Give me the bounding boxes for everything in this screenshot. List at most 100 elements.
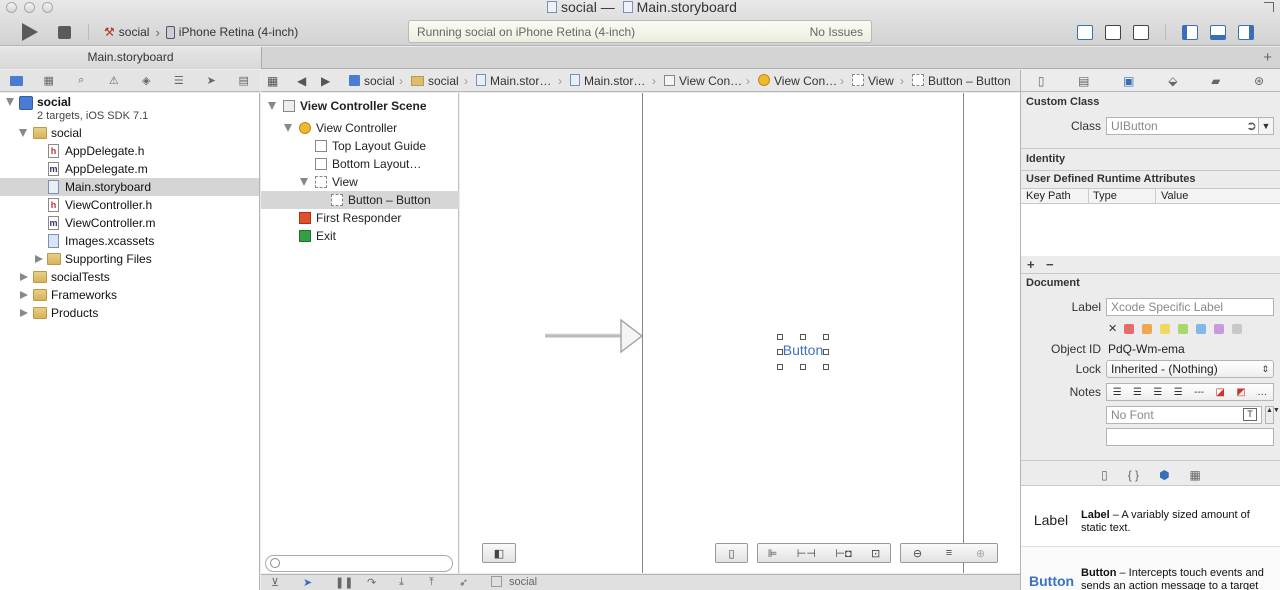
find-navigator-icon[interactable]: ⌕	[74, 74, 88, 87]
column-key-path[interactable]: Key Path	[1026, 190, 1071, 202]
align-right-icon[interactable]: ☰	[1153, 387, 1162, 398]
disclosure-triangle-icon[interactable]	[284, 124, 292, 132]
tab-main-storyboard[interactable]: Main.storyboard	[0, 47, 262, 69]
issue-navigator-icon[interactable]: ⚠	[107, 75, 121, 87]
stop-button[interactable]	[58, 26, 71, 39]
notes-text-field[interactable]	[1106, 428, 1274, 446]
breakpoint-navigator-icon[interactable]: ➤	[204, 75, 218, 87]
assistant-editor-icon[interactable]	[1105, 25, 1121, 40]
code-snippet-library-icon[interactable]: { }	[1128, 468, 1139, 482]
disclosure-triangle-icon[interactable]	[20, 273, 28, 281]
project-row[interactable]: social 2 targets, iOS SDK 7.1	[0, 93, 259, 125]
remove-attribute-button[interactable]: −	[1046, 257, 1054, 272]
jump-item-group[interactable]: social	[411, 74, 459, 88]
group-row-social[interactable]: social	[0, 124, 259, 142]
destination-name[interactable]: iPhone Retina (4-inch)	[179, 25, 298, 39]
resize-handle[interactable]	[800, 334, 806, 340]
standard-editor-icon[interactable]	[1077, 25, 1093, 40]
test-navigator-icon[interactable]: ◈	[139, 75, 153, 87]
utilities-toggle-icon[interactable]	[1238, 25, 1254, 40]
outline-exit[interactable]: Exit	[261, 227, 459, 245]
go-to-class-icon[interactable]: ➲	[1246, 118, 1257, 134]
run-button[interactable]	[22, 23, 38, 41]
outline-button-selected[interactable]: Button – Button	[261, 191, 459, 209]
resizing-icon[interactable]: ⊡	[871, 547, 880, 560]
line-style-icon[interactable]: ---	[1194, 387, 1204, 398]
view-controller-frame[interactable]	[642, 93, 964, 573]
add-attribute-button[interactable]: +	[1027, 257, 1035, 272]
jump-item-view[interactable]: View	[852, 74, 894, 88]
resize-handle[interactable]	[777, 334, 783, 340]
resolve-issues-icon[interactable]: ⊢◘	[835, 547, 851, 560]
quick-help-icon[interactable]: ▤	[1078, 74, 1089, 88]
column-type[interactable]: Type	[1093, 190, 1117, 202]
lock-popup[interactable]: Inherited - (Nothing) ⇕	[1106, 360, 1274, 378]
document-label-field[interactable]: Xcode Specific Label	[1106, 298, 1274, 316]
media-library-icon[interactable]: ▦	[1190, 468, 1201, 482]
udra-table[interactable]	[1021, 204, 1280, 256]
jump-item-scene[interactable]: View Con…	[664, 74, 742, 88]
align-justify-icon[interactable]: ☰	[1174, 387, 1183, 398]
align-icon[interactable]: ⊫	[768, 547, 778, 560]
library-item-button[interactable]: Button Button – Intercepts touch events …	[1021, 546, 1280, 590]
zoom-actual-icon[interactable]: ≡	[946, 547, 952, 559]
jump-item-button[interactable]: Button – Button	[912, 74, 1011, 88]
file-inspector-icon[interactable]: ▯	[1038, 74, 1045, 88]
group-row-socialtests[interactable]: socialTests	[0, 268, 259, 286]
hide-outline-button[interactable]: ◧	[482, 543, 516, 563]
label-color-orange[interactable]	[1142, 324, 1152, 334]
disclosure-triangle-icon[interactable]	[6, 98, 14, 106]
log-navigator-icon[interactable]: ▤	[237, 75, 251, 87]
disclosure-triangle-icon[interactable]	[20, 291, 28, 299]
storyboard-canvas[interactable]: Button ◧ ▯ ⊫ ⊢⊣ ⊢◘ ⊡ ⊖ ≡ ⊕	[460, 93, 1020, 573]
file-row[interactable]: h ViewController.h	[0, 196, 259, 214]
outline-view[interactable]: View	[261, 173, 459, 191]
font-picker-icon[interactable]: T	[1243, 408, 1257, 421]
resize-handle[interactable]	[823, 364, 829, 370]
resize-handle[interactable]	[823, 349, 829, 355]
simulated-metrics-button[interactable]: ▯	[715, 543, 748, 563]
zoom-out-icon[interactable]: ⊖	[913, 547, 922, 560]
notes-font-field[interactable]: No Font	[1106, 406, 1262, 424]
group-row-products[interactable]: Products	[0, 304, 259, 322]
attributes-inspector-icon[interactable]: ⬙	[1168, 74, 1177, 88]
zoom-in-icon[interactable]: ⊕	[976, 547, 985, 560]
label-color-none[interactable]: ✕	[1108, 322, 1117, 335]
label-color-yellow[interactable]	[1160, 324, 1170, 334]
outline-scene[interactable]: View Controller Scene	[261, 97, 459, 115]
text-color-icon[interactable]: ◩	[1236, 387, 1245, 398]
related-items-icon[interactable]: ▦	[267, 74, 278, 88]
label-color-green[interactable]	[1178, 324, 1188, 334]
outline-filter-field[interactable]	[265, 555, 453, 572]
identity-inspector-icon[interactable]: ▣	[1123, 74, 1134, 88]
step-out-icon[interactable]: ⤒	[429, 576, 434, 589]
pin-icon[interactable]: ⊢⊣	[797, 547, 816, 560]
resize-handle[interactable]	[777, 349, 783, 355]
scheme-name[interactable]: social	[119, 25, 150, 39]
disclosure-triangle-icon[interactable]	[35, 255, 43, 263]
align-center-icon[interactable]: ☰	[1133, 387, 1142, 398]
jump-item-project[interactable]: social	[349, 74, 395, 88]
class-dropdown-button[interactable]: ▼	[1258, 117, 1274, 135]
outline-first-responder[interactable]: First Responder	[261, 209, 459, 227]
step-in-icon[interactable]: ⤓	[399, 576, 404, 589]
debug-target[interactable]: social	[509, 576, 537, 588]
disclosure-triangle-icon[interactable]	[19, 129, 27, 137]
size-inspector-icon[interactable]: ▰	[1211, 74, 1220, 88]
library-item-label[interactable]: Label Label – A variably sized amount of…	[1021, 486, 1280, 546]
jump-item-file-base[interactable]: Main.stor…	[570, 74, 645, 88]
more-options-icon[interactable]: …	[1257, 387, 1267, 398]
no-color-icon[interactable]: ◪	[1216, 387, 1225, 398]
connections-inspector-icon[interactable]: ⊛	[1254, 74, 1264, 88]
align-left-icon[interactable]: ☰	[1113, 387, 1122, 398]
debug-navigator-icon[interactable]: ☰	[172, 75, 186, 87]
pause-icon[interactable]: ❚❚	[335, 576, 353, 589]
debug-area-toggle-icon[interactable]: ⊻	[271, 576, 279, 589]
file-row[interactable]: m ViewController.m	[0, 214, 259, 232]
breakpoints-toggle-icon[interactable]: ➤	[303, 576, 312, 589]
label-color-red[interactable]	[1124, 324, 1134, 334]
entry-point-arrow-icon[interactable]	[545, 318, 643, 354]
navigator-toggle-icon[interactable]	[1182, 25, 1198, 40]
file-row-selected[interactable]: Main.storyboard	[0, 178, 259, 196]
symbol-navigator-icon[interactable]: ▦	[42, 75, 56, 87]
